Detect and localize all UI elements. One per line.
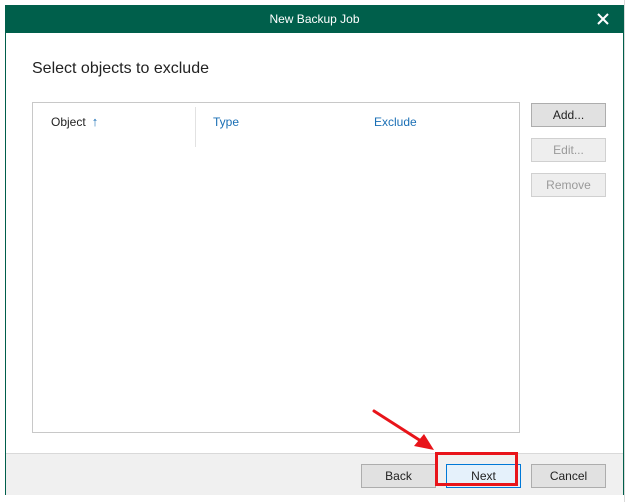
title-bar: New Backup Job xyxy=(6,6,623,33)
close-icon xyxy=(597,13,609,25)
new-backup-job-dialog: New Backup Job Select objects to exclude… xyxy=(5,5,624,495)
column-header-object[interactable]: Object ↑ xyxy=(33,103,195,141)
column-header-exclude[interactable]: Exclude xyxy=(374,103,417,141)
add-button[interactable]: Add... xyxy=(531,103,606,127)
cancel-button[interactable]: Cancel xyxy=(531,464,606,488)
page-heading: Select objects to exclude xyxy=(32,60,209,77)
edit-button[interactable]: Edit... xyxy=(531,138,606,162)
remove-button[interactable]: Remove xyxy=(531,173,606,197)
window-title: New Backup Job xyxy=(269,12,360,26)
close-button[interactable] xyxy=(593,9,613,29)
column-header-type[interactable]: Type xyxy=(213,103,239,141)
sort-ascending-icon: ↑ xyxy=(91,114,99,129)
exclusions-list[interactable]: Object ↑ Type Exclude xyxy=(32,102,520,433)
next-button[interactable]: Next xyxy=(446,464,521,488)
screenshot-root: New Backup Job Select objects to exclude… xyxy=(0,0,634,502)
dialog-footer: Back Next Cancel xyxy=(6,453,623,495)
column-header-object-label: Object xyxy=(51,115,86,129)
column-divider[interactable] xyxy=(195,107,196,147)
background-window-edge xyxy=(624,0,634,502)
back-button[interactable]: Back xyxy=(361,464,436,488)
